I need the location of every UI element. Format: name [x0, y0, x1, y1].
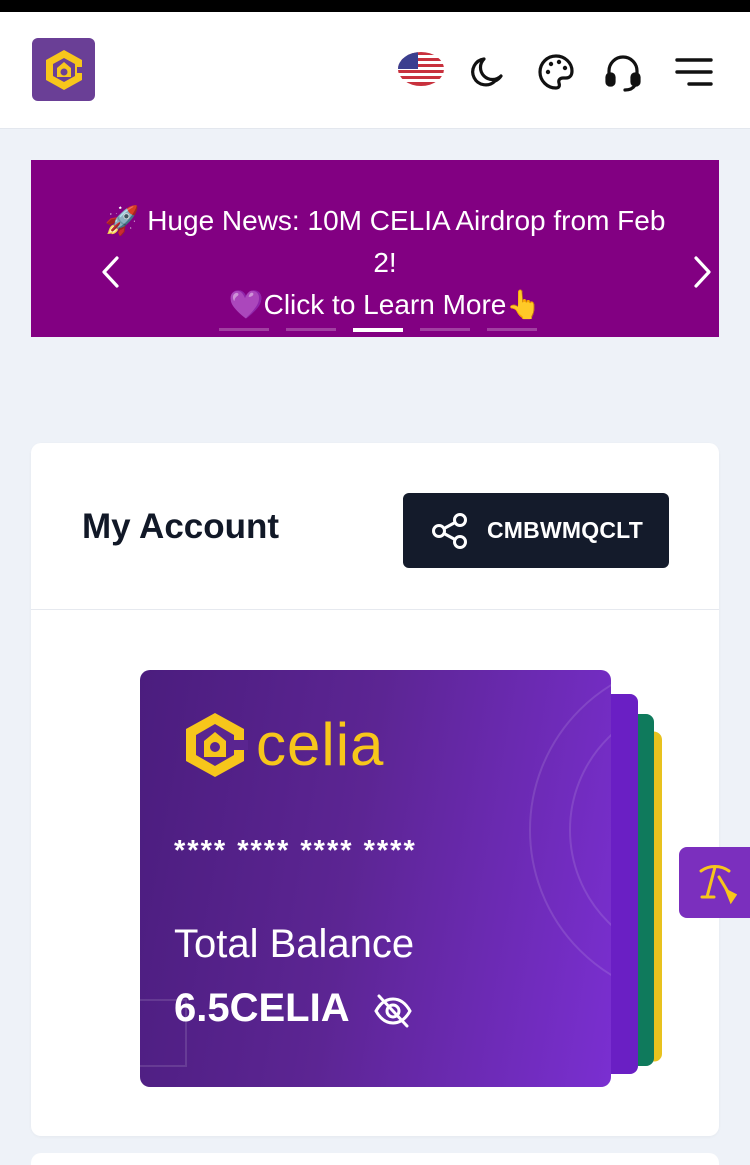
card-number: **** **** **** ****: [174, 835, 417, 867]
moon-icon[interactable]: [466, 50, 510, 94]
banner-line-1: 🚀 Huge News: 10M CELIA Airdrop from Feb …: [104, 205, 666, 278]
balance-label: Total Balance: [174, 922, 415, 966]
top-header: [0, 12, 750, 129]
announcement-banner[interactable]: 🚀 Huge News: 10M CELIA Airdrop from Feb …: [31, 160, 719, 337]
carousel-dot-active[interactable]: [353, 328, 403, 332]
divider: [31, 609, 719, 610]
mining-float-button[interactable]: [679, 847, 750, 918]
chevron-left-icon: [102, 256, 119, 288]
headset-icon[interactable]: [601, 50, 645, 94]
banner-prev-arrow[interactable]: [96, 252, 126, 292]
carousel-dot[interactable]: [219, 328, 269, 331]
pickaxe-shovel-icon: [699, 864, 737, 904]
wallet-card[interactable]: celia **** **** **** **** Total Balance …: [140, 670, 611, 1087]
us-flag-icon[interactable]: [398, 52, 444, 86]
account-title: My Account: [82, 507, 280, 546]
next-section-card: [31, 1153, 719, 1165]
banner-text[interactable]: 🚀 Huge News: 10M CELIA Airdrop from Feb …: [91, 200, 679, 326]
eye-off-icon[interactable]: [372, 990, 414, 1032]
share-referral-button[interactable]: CMBWMQCLT: [403, 493, 669, 568]
status-bar: [0, 0, 750, 12]
app-logo[interactable]: [32, 38, 95, 101]
palette-icon[interactable]: [534, 50, 578, 94]
celia-logo-icon: [45, 49, 83, 90]
referral-code: CMBWMQCLT: [487, 517, 643, 543]
brand-name: celia: [256, 711, 385, 778]
card-brand: celia: [182, 710, 384, 780]
share-icon: [432, 512, 467, 549]
carousel-dot[interactable]: [487, 328, 537, 331]
carousel-dots: [31, 328, 719, 332]
carousel-dot[interactable]: [286, 328, 336, 331]
banner-next-arrow[interactable]: [687, 252, 717, 292]
banner-line-2: 💜Click to Learn More👆: [228, 289, 542, 320]
balance-value: 6.5CELIA: [174, 986, 350, 1030]
carousel-dot[interactable]: [420, 328, 470, 331]
hamburger-menu-icon[interactable]: [671, 50, 717, 94]
chevron-right-icon: [694, 256, 711, 288]
celia-logo-icon: [186, 713, 248, 777]
